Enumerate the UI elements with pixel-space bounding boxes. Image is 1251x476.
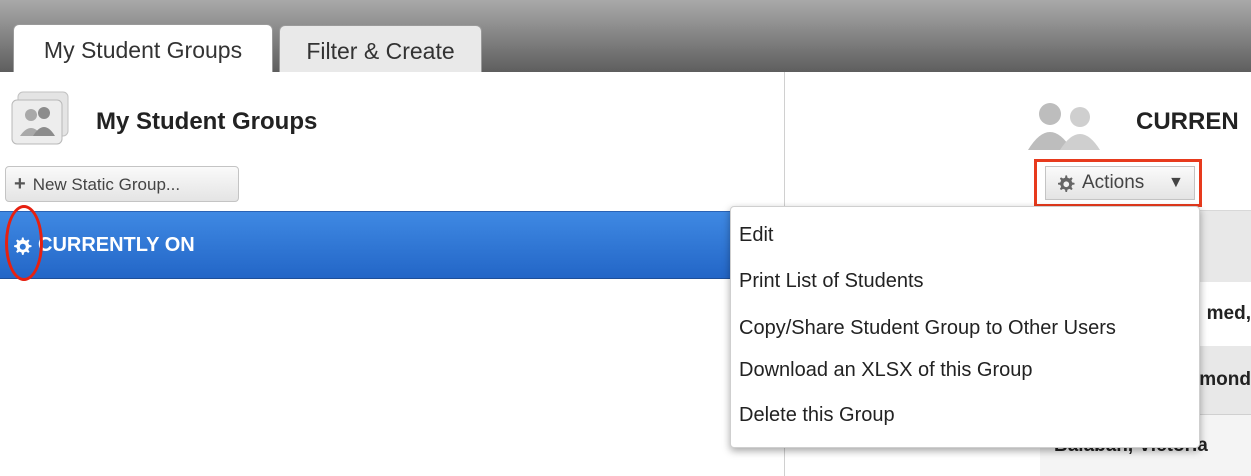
group-icon xyxy=(11,91,69,145)
menu-item-download-xlsx[interactable]: Download an XLSX of this Group xyxy=(739,359,1033,382)
menu-item-print-list[interactable]: Print List of Students xyxy=(739,270,924,293)
gear-icon xyxy=(1057,175,1075,192)
actions-button[interactable]: Actions ▼ xyxy=(1045,166,1195,200)
actions-menu: Edit Print List of Students Copy/Share S… xyxy=(730,206,1200,448)
tab-my-student-groups[interactable]: My Student Groups xyxy=(13,24,273,72)
new-static-group-button[interactable]: + New Static Group... xyxy=(5,166,239,202)
new-static-group-label: New Static Group... xyxy=(32,175,181,194)
group-label: CURRENTLY ON xyxy=(38,234,195,256)
tab-bar: My Student Groups Filter & Create xyxy=(0,0,1251,72)
tab-filter-create[interactable]: Filter & Create xyxy=(279,25,482,72)
student-groups-panel: My Student Groups + New Static Group... C… xyxy=(0,72,784,476)
chevron-down-icon: ▼ xyxy=(1168,174,1184,191)
plus-icon: + xyxy=(14,173,26,195)
menu-item-edit[interactable]: Edit xyxy=(739,224,773,247)
group-detail-title: CURREN xyxy=(1136,108,1239,135)
group-row-currently-on[interactable]: CURRENTLY ON xyxy=(0,211,784,279)
actions-label: Actions xyxy=(1082,172,1145,193)
people-icon xyxy=(1028,103,1100,150)
gear-highlight-annotation xyxy=(5,205,43,281)
panel-title: My Student Groups xyxy=(96,108,318,135)
menu-item-copy-share[interactable]: Copy/Share Student Group to Other Users xyxy=(739,317,1116,340)
menu-item-delete-group[interactable]: Delete this Group xyxy=(739,404,895,427)
